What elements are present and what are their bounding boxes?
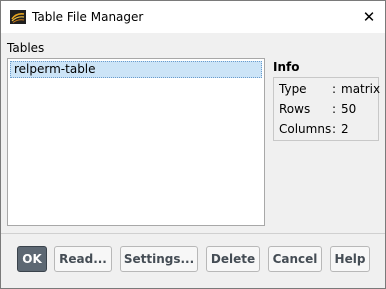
table-file-manager-dialog: Table File Manager ✕ Tables relperm-tabl… <box>0 0 386 289</box>
window-title: Table File Manager <box>32 10 144 24</box>
tables-label: Tables <box>7 41 45 55</box>
info-separator: : <box>332 82 337 96</box>
cancel-button[interactable]: Cancel <box>268 246 322 272</box>
info-value: 2 <box>341 122 349 136</box>
settings-button[interactable]: Settings... <box>120 246 198 272</box>
close-button[interactable]: ✕ <box>355 5 383 29</box>
info-panel: Type : matrix Rows : 50 Columns : 2 <box>273 77 381 141</box>
ok-button[interactable]: OK <box>17 246 47 272</box>
info-separator: : <box>332 122 337 136</box>
info-separator: : <box>332 102 337 116</box>
read-button[interactable]: Read... <box>54 246 112 272</box>
tables-list[interactable]: relperm-table <box>7 58 265 226</box>
fluent-app-icon <box>10 10 26 24</box>
title-bar: Table File Manager ✕ <box>1 1 385 33</box>
info-key: Rows <box>279 102 311 116</box>
delete-button[interactable]: Delete <box>206 246 260 272</box>
list-item-relperm-table[interactable]: relperm-table <box>10 61 262 78</box>
close-icon: ✕ <box>362 8 376 26</box>
info-value: 50 <box>341 102 357 116</box>
button-divider <box>1 233 385 234</box>
info-key: Columns <box>279 122 332 136</box>
info-value: matrix <box>341 82 381 96</box>
help-button[interactable]: Help <box>330 246 370 272</box>
info-label: Info <box>273 60 300 74</box>
info-key: Type <box>279 82 307 96</box>
